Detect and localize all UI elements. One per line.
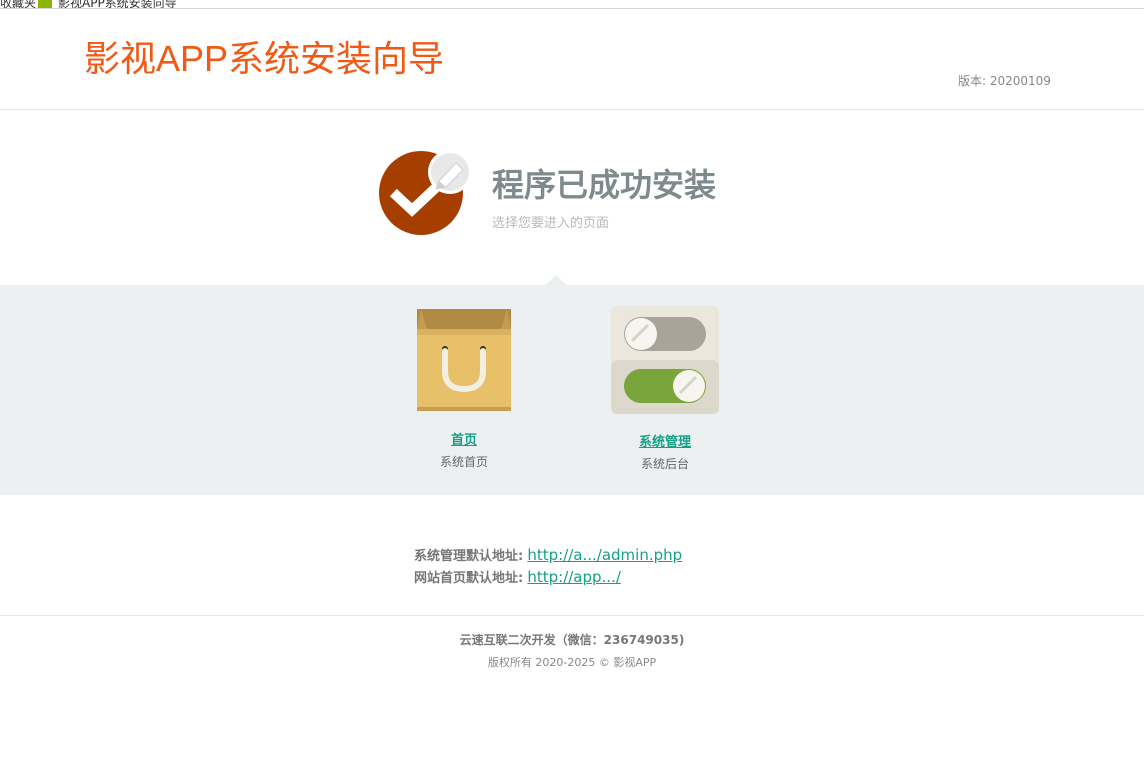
- success-title: 程序已成功安装: [492, 166, 717, 204]
- toggle-switches-icon[interactable]: [610, 305, 720, 415]
- success-check-icon: [379, 150, 472, 235]
- default-address-block: 系统管理默认地址: http://a.../admin.php 网站首页默认地址…: [414, 545, 814, 589]
- band-pointer: [545, 275, 567, 285]
- home-choice[interactable]: 首页 系统首页: [414, 307, 514, 470]
- admin-link[interactable]: 系统管理: [610, 431, 720, 450]
- admin-desc: 系统后台: [640, 457, 689, 471]
- admin-address-link[interactable]: http://a.../admin.php: [527, 546, 682, 564]
- home-address-row: 网站首页默认地址: http://app.../: [414, 567, 814, 589]
- page-header: 影视APP系统安装向导 版本: 20200109: [0, 10, 1144, 110]
- home-address-link[interactable]: http://app.../: [527, 568, 621, 586]
- choice-band: 首页 系统首页 系统管理 系统后台: [0, 275, 1144, 495]
- favorites-label[interactable]: 收藏夹: [0, 0, 36, 8]
- success-block: 程序已成功安装 选择您要进入的页面: [378, 150, 798, 240]
- page-title: 影视APP系统安装向导: [84, 38, 445, 79]
- version-label: 版本: 20200109: [958, 74, 1051, 88]
- copyright-text: 版权所有 2020-2025 © 影视APP: [487, 656, 657, 669]
- developer-credit: 云速互联二次开发（微信：236749035): [459, 633, 685, 647]
- page-footer: 云速互联二次开发（微信：236749035) 版权所有 2020-2025 © …: [0, 615, 1144, 695]
- favorite-page-icon: [38, 0, 52, 8]
- success-subtitle: 选择您要进入的页面: [492, 216, 610, 231]
- admin-address-label: 系统管理默认地址:: [414, 549, 524, 564]
- home-desc: 系统首页: [439, 455, 488, 469]
- home-link[interactable]: 首页: [414, 429, 514, 448]
- favorite-tab-label[interactable]: 影视APP系统安装向导: [58, 0, 177, 8]
- admin-choice[interactable]: 系统管理 系统后台: [610, 305, 720, 472]
- shopping-bag-icon[interactable]: [414, 307, 514, 413]
- admin-address-row: 系统管理默认地址: http://a.../admin.php: [414, 545, 814, 567]
- browser-favorites-bar: 收藏夹 影视APP系统安装向导: [0, 0, 1144, 9]
- home-address-label: 网站首页默认地址:: [414, 571, 524, 586]
